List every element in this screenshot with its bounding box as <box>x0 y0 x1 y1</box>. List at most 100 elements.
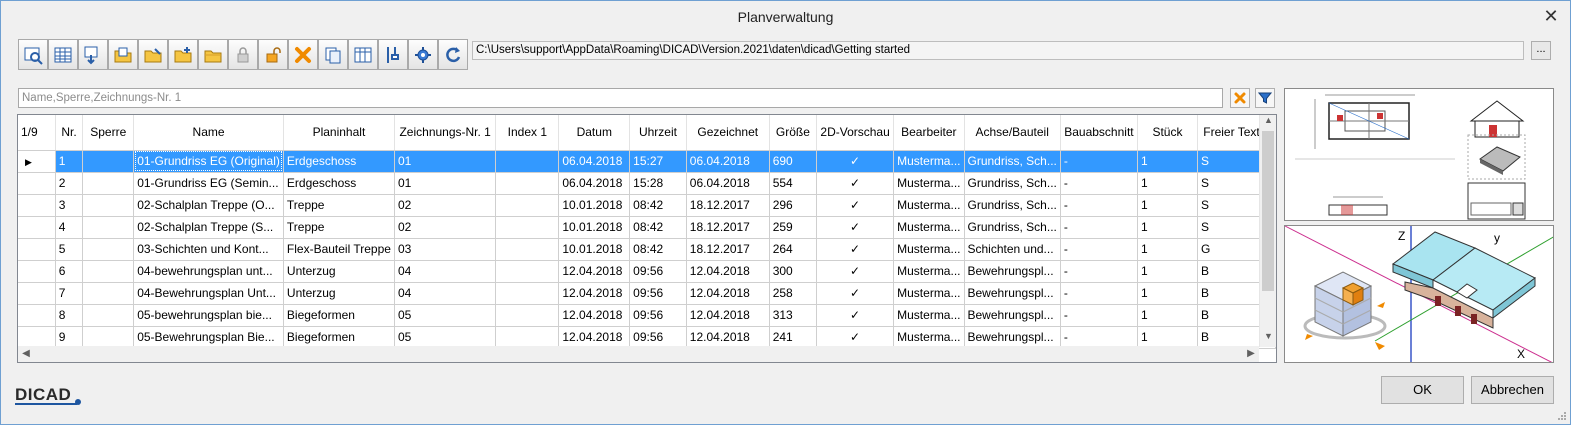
table-cell[interactable]: ✓ <box>816 172 895 195</box>
column-header[interactable]: Datum <box>558 115 631 151</box>
table-cell[interactable] <box>82 326 135 349</box>
table-cell[interactable]: - <box>1060 326 1138 349</box>
table-cell[interactable]: 264 <box>769 238 818 261</box>
table-cell[interactable]: 04 <box>394 282 497 305</box>
table-cell[interactable]: ✓ <box>816 238 895 261</box>
table-cell[interactable]: ✓ <box>816 282 895 305</box>
table-cell[interactable]: 1 <box>1137 172 1198 195</box>
table-cell[interactable]: ✓ <box>816 216 895 239</box>
table-cell[interactable]: 296 <box>769 194 818 217</box>
row-header[interactable] <box>18 304 56 327</box>
folder-button[interactable] <box>198 39 228 70</box>
table-cell[interactable] <box>82 150 135 173</box>
table-cell[interactable]: ✓ <box>816 326 895 349</box>
table-cell[interactable] <box>495 326 560 349</box>
table-cell[interactable]: 4 <box>55 216 84 239</box>
table-cell[interactable]: - <box>1060 260 1138 283</box>
table-cell[interactable]: 241 <box>769 326 818 349</box>
table-cell[interactable]: 08:42 <box>629 238 687 261</box>
table-cell[interactable]: Musterma... <box>893 150 965 173</box>
table-row[interactable]: 6 04-bewehrungsplan unt... Unterzug 04 12.04… <box>18 260 1276 283</box>
copy-button[interactable] <box>318 39 348 70</box>
table-row[interactable]: 4 02-Schalplan Treppe (S... Treppe 02 10.01.… <box>18 216 1276 239</box>
column-header[interactable]: Größe <box>769 115 818 151</box>
table-cell[interactable]: Musterma... <box>893 216 965 239</box>
table-cell[interactable]: 12.04.2018 <box>686 260 770 283</box>
table-cell[interactable]: 10.01.2018 <box>558 216 631 239</box>
table-cell[interactable]: 1 <box>1137 238 1198 261</box>
column-header[interactable]: Gezeichnet <box>686 115 770 151</box>
close-button[interactable]: ✕ <box>1538 5 1564 27</box>
table-cell[interactable]: 09:56 <box>629 260 687 283</box>
vertical-scrollbar[interactable]: ▲ ▼ <box>1259 115 1276 347</box>
lock-disabled-button[interactable] <box>228 39 258 70</box>
table-cell[interactable]: 03 <box>394 238 497 261</box>
column-header[interactable]: Achse/Bauteil <box>964 115 1061 151</box>
table-row[interactable]: 8 05-bewehrungsplan bie... Biegeformen 05 12… <box>18 304 1276 327</box>
column-header[interactable]: 2D-Vorschau <box>816 115 895 151</box>
table-cell[interactable]: Unterzug <box>283 260 395 283</box>
unlock-button[interactable] <box>258 39 288 70</box>
table-cell[interactable]: 258 <box>769 282 818 305</box>
table-cell[interactable]: 18.12.2017 <box>686 194 770 217</box>
table-cell[interactable] <box>82 216 135 239</box>
table-cell[interactable]: 12.04.2018 <box>558 282 631 305</box>
table-cell[interactable]: Musterma... <box>893 238 965 261</box>
table-cell[interactable]: 5 <box>55 238 84 261</box>
table-cell[interactable]: 1 <box>55 150 84 173</box>
table-cell[interactable]: Grundriss, Sch... <box>964 172 1061 195</box>
column-header[interactable]: Uhrzeit <box>629 115 687 151</box>
table-cell[interactable] <box>495 150 560 173</box>
table-cell[interactable]: 12.04.2018 <box>686 326 770 349</box>
table-cell[interactable]: 1 <box>1137 304 1198 327</box>
table-cell[interactable]: 04 <box>394 260 497 283</box>
table-cell[interactable]: Musterma... <box>893 304 965 327</box>
table-cell[interactable]: Musterma... <box>893 172 965 195</box>
row-header[interactable] <box>18 172 56 195</box>
table-button[interactable] <box>48 39 78 70</box>
column-header[interactable]: Zeichnungs-Nr. 1 <box>394 115 497 151</box>
table-cell[interactable]: Grundriss, Sch... <box>964 216 1061 239</box>
table-cell[interactable] <box>495 282 560 305</box>
table-cell[interactable]: 09:56 <box>629 282 687 305</box>
table-cell[interactable]: Treppe <box>283 216 395 239</box>
table-cell[interactable]: 05 <box>394 326 497 349</box>
table-cell[interactable] <box>495 304 560 327</box>
table-cell[interactable]: 01 <box>394 172 497 195</box>
table-cell[interactable]: - <box>1060 172 1138 195</box>
clear-filter-button[interactable] <box>1230 88 1250 108</box>
table-cell[interactable] <box>495 260 560 283</box>
table-cell[interactable]: Musterma... <box>893 326 965 349</box>
table-cell[interactable]: 15:27 <box>629 150 687 173</box>
cancel-button[interactable]: Abbrechen <box>1471 376 1554 404</box>
table-cell[interactable] <box>495 238 560 261</box>
table-cell[interactable]: 10.01.2018 <box>558 238 631 261</box>
table-cell[interactable]: 05-bewehrungsplan bie... <box>133 304 284 327</box>
table-cell[interactable]: Schichten und... <box>964 238 1061 261</box>
scroll-down-arrow[interactable]: ▼ <box>1260 331 1277 347</box>
table-cell[interactable]: 18.12.2017 <box>686 238 770 261</box>
scroll-up-arrow[interactable]: ▲ <box>1260 115 1277 131</box>
table-cell[interactable]: 04-bewehrungsplan unt... <box>133 260 284 283</box>
folder-new-button[interactable] <box>168 39 198 70</box>
table-cell[interactable]: Musterma... <box>893 194 965 217</box>
table-cell[interactable]: 02 <box>394 216 497 239</box>
table-cell[interactable]: 1 <box>1137 216 1198 239</box>
column-header[interactable]: Nr. <box>55 115 84 151</box>
table-cell[interactable]: 01-Grundriss EG (Semin... <box>133 172 284 195</box>
table-cell[interactable]: Bewehrungspl... <box>964 304 1061 327</box>
table-cell[interactable]: 9 <box>55 326 84 349</box>
vertical-scroll-thumb[interactable] <box>1262 131 1274 291</box>
table-cell[interactable]: Musterma... <box>893 282 965 305</box>
table-cell[interactable]: 12.04.2018 <box>558 260 631 283</box>
row-header[interactable] <box>18 282 56 305</box>
row-header[interactable] <box>18 194 56 217</box>
column-header[interactable]: Bearbeiter <box>893 115 965 151</box>
table-cell[interactable]: - <box>1060 238 1138 261</box>
table-cell[interactable] <box>82 172 135 195</box>
table-cell[interactable] <box>82 282 135 305</box>
table-cell[interactable]: 03-Schichten und Kont... <box>133 238 284 261</box>
table-cell[interactable]: Erdgeschoss <box>283 150 395 173</box>
table-cell[interactable]: Treppe <box>283 194 395 217</box>
folder-edit-button[interactable] <box>138 39 168 70</box>
